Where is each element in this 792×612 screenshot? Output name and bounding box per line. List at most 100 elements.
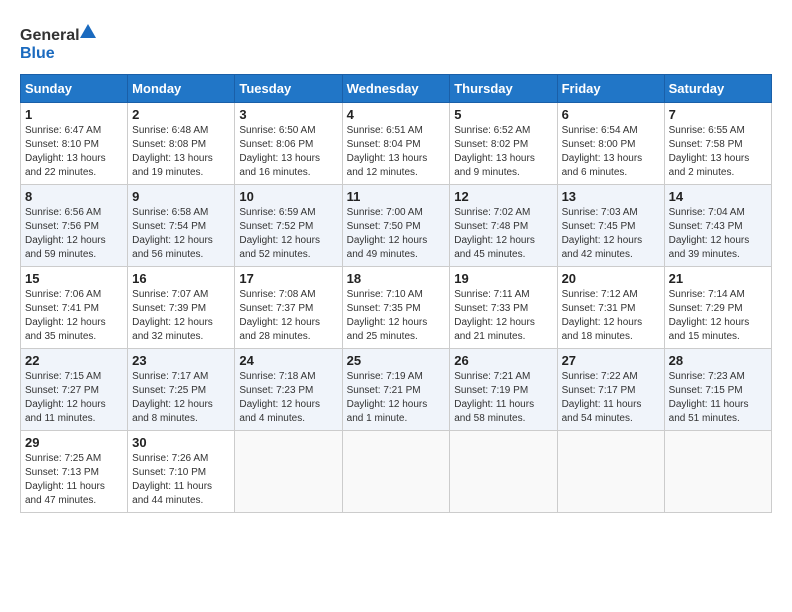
day-info: Sunrise: 7:03 AMSunset: 7:45 PMDaylight:… (562, 207, 643, 260)
empty-cell (450, 431, 557, 513)
day-info: Sunrise: 6:50 AMSunset: 8:06 PMDaylight:… (239, 125, 320, 178)
day-number: 25 (347, 353, 446, 368)
weekday-header-tuesday: Tuesday (235, 75, 342, 103)
day-number: 8 (25, 189, 123, 204)
calendar-day-20: 20 Sunrise: 7:12 AMSunset: 7:31 PMDaylig… (557, 267, 664, 349)
page-header: General Blue (20, 20, 772, 64)
day-info: Sunrise: 7:25 AMSunset: 7:13 PMDaylight:… (25, 453, 105, 506)
day-number: 11 (347, 189, 446, 204)
day-info: Sunrise: 6:59 AMSunset: 7:52 PMDaylight:… (239, 207, 320, 260)
day-number: 27 (562, 353, 660, 368)
day-info: Sunrise: 7:17 AMSunset: 7:25 PMDaylight:… (132, 371, 213, 424)
day-info: Sunrise: 7:15 AMSunset: 7:27 PMDaylight:… (25, 371, 106, 424)
calendar-day-23: 23 Sunrise: 7:17 AMSunset: 7:25 PMDaylig… (128, 349, 235, 431)
day-number: 16 (132, 271, 230, 286)
weekday-header-thursday: Thursday (450, 75, 557, 103)
day-info: Sunrise: 7:12 AMSunset: 7:31 PMDaylight:… (562, 289, 643, 342)
weekday-header-saturday: Saturday (664, 75, 771, 103)
day-number: 5 (454, 107, 552, 122)
calendar-day-5: 5 Sunrise: 6:52 AMSunset: 8:02 PMDayligh… (450, 103, 557, 185)
day-number: 28 (669, 353, 767, 368)
day-info: Sunrise: 6:47 AMSunset: 8:10 PMDaylight:… (25, 125, 106, 178)
day-number: 23 (132, 353, 230, 368)
empty-cell (664, 431, 771, 513)
day-number: 17 (239, 271, 337, 286)
day-number: 1 (25, 107, 123, 122)
day-info: Sunrise: 6:48 AMSunset: 8:08 PMDaylight:… (132, 125, 213, 178)
day-info: Sunrise: 6:56 AMSunset: 7:56 PMDaylight:… (25, 207, 106, 260)
day-info: Sunrise: 6:58 AMSunset: 7:54 PMDaylight:… (132, 207, 213, 260)
calendar-day-14: 14 Sunrise: 7:04 AMSunset: 7:43 PMDaylig… (664, 185, 771, 267)
calendar-day-8: 8 Sunrise: 6:56 AMSunset: 7:56 PMDayligh… (21, 185, 128, 267)
day-number: 12 (454, 189, 552, 204)
day-number: 30 (132, 435, 230, 450)
day-number: 15 (25, 271, 123, 286)
day-info: Sunrise: 7:23 AMSunset: 7:15 PMDaylight:… (669, 371, 749, 424)
day-info: Sunrise: 7:11 AMSunset: 7:33 PMDaylight:… (454, 289, 535, 342)
day-info: Sunrise: 7:14 AMSunset: 7:29 PMDaylight:… (669, 289, 750, 342)
calendar-day-17: 17 Sunrise: 7:08 AMSunset: 7:37 PMDaylig… (235, 267, 342, 349)
day-info: Sunrise: 6:52 AMSunset: 8:02 PMDaylight:… (454, 125, 535, 178)
calendar-table: SundayMondayTuesdayWednesdayThursdayFrid… (20, 74, 772, 513)
day-info: Sunrise: 7:22 AMSunset: 7:17 PMDaylight:… (562, 371, 642, 424)
day-number: 7 (669, 107, 767, 122)
weekday-header-wednesday: Wednesday (342, 75, 450, 103)
calendar-day-16: 16 Sunrise: 7:07 AMSunset: 7:39 PMDaylig… (128, 267, 235, 349)
day-info: Sunrise: 7:02 AMSunset: 7:48 PMDaylight:… (454, 207, 535, 260)
calendar-day-10: 10 Sunrise: 6:59 AMSunset: 7:52 PMDaylig… (235, 185, 342, 267)
logo-svg: General Blue (20, 20, 100, 64)
calendar-day-18: 18 Sunrise: 7:10 AMSunset: 7:35 PMDaylig… (342, 267, 450, 349)
day-info: Sunrise: 6:54 AMSunset: 8:00 PMDaylight:… (562, 125, 643, 178)
day-number: 18 (347, 271, 446, 286)
empty-cell (557, 431, 664, 513)
day-info: Sunrise: 7:04 AMSunset: 7:43 PMDaylight:… (669, 207, 750, 260)
calendar-day-30: 30 Sunrise: 7:26 AMSunset: 7:10 PMDaylig… (128, 431, 235, 513)
day-info: Sunrise: 6:55 AMSunset: 7:58 PMDaylight:… (669, 125, 750, 178)
day-number: 19 (454, 271, 552, 286)
day-info: Sunrise: 6:51 AMSunset: 8:04 PMDaylight:… (347, 125, 428, 178)
calendar-day-28: 28 Sunrise: 7:23 AMSunset: 7:15 PMDaylig… (664, 349, 771, 431)
calendar-day-2: 2 Sunrise: 6:48 AMSunset: 8:08 PMDayligh… (128, 103, 235, 185)
calendar-day-27: 27 Sunrise: 7:22 AMSunset: 7:17 PMDaylig… (557, 349, 664, 431)
day-info: Sunrise: 7:21 AMSunset: 7:19 PMDaylight:… (454, 371, 534, 424)
calendar-day-13: 13 Sunrise: 7:03 AMSunset: 7:45 PMDaylig… (557, 185, 664, 267)
svg-text:General: General (20, 27, 80, 44)
day-number: 4 (347, 107, 446, 122)
day-number: 2 (132, 107, 230, 122)
day-number: 9 (132, 189, 230, 204)
weekday-header-sunday: Sunday (21, 75, 128, 103)
calendar-day-15: 15 Sunrise: 7:06 AMSunset: 7:41 PMDaylig… (21, 267, 128, 349)
calendar-day-11: 11 Sunrise: 7:00 AMSunset: 7:50 PMDaylig… (342, 185, 450, 267)
day-number: 22 (25, 353, 123, 368)
calendar-day-9: 9 Sunrise: 6:58 AMSunset: 7:54 PMDayligh… (128, 185, 235, 267)
empty-cell (342, 431, 450, 513)
calendar-day-4: 4 Sunrise: 6:51 AMSunset: 8:04 PMDayligh… (342, 103, 450, 185)
calendar-day-22: 22 Sunrise: 7:15 AMSunset: 7:27 PMDaylig… (21, 349, 128, 431)
day-info: Sunrise: 7:07 AMSunset: 7:39 PMDaylight:… (132, 289, 213, 342)
day-info: Sunrise: 7:10 AMSunset: 7:35 PMDaylight:… (347, 289, 428, 342)
logo: General Blue (20, 20, 100, 64)
day-info: Sunrise: 7:06 AMSunset: 7:41 PMDaylight:… (25, 289, 106, 342)
calendar-day-19: 19 Sunrise: 7:11 AMSunset: 7:33 PMDaylig… (450, 267, 557, 349)
calendar-day-3: 3 Sunrise: 6:50 AMSunset: 8:06 PMDayligh… (235, 103, 342, 185)
day-number: 14 (669, 189, 767, 204)
calendar-day-12: 12 Sunrise: 7:02 AMSunset: 7:48 PMDaylig… (450, 185, 557, 267)
day-number: 3 (239, 107, 337, 122)
day-info: Sunrise: 7:00 AMSunset: 7:50 PMDaylight:… (347, 207, 428, 260)
day-number: 10 (239, 189, 337, 204)
svg-text:Blue: Blue (20, 45, 55, 62)
calendar-day-29: 29 Sunrise: 7:25 AMSunset: 7:13 PMDaylig… (21, 431, 128, 513)
empty-cell (235, 431, 342, 513)
day-number: 29 (25, 435, 123, 450)
day-number: 21 (669, 271, 767, 286)
calendar-day-26: 26 Sunrise: 7:21 AMSunset: 7:19 PMDaylig… (450, 349, 557, 431)
day-number: 24 (239, 353, 337, 368)
day-info: Sunrise: 7:26 AMSunset: 7:10 PMDaylight:… (132, 453, 212, 506)
day-number: 6 (562, 107, 660, 122)
day-number: 26 (454, 353, 552, 368)
calendar-day-24: 24 Sunrise: 7:18 AMSunset: 7:23 PMDaylig… (235, 349, 342, 431)
calendar-day-25: 25 Sunrise: 7:19 AMSunset: 7:21 PMDaylig… (342, 349, 450, 431)
calendar-day-6: 6 Sunrise: 6:54 AMSunset: 8:00 PMDayligh… (557, 103, 664, 185)
day-info: Sunrise: 7:08 AMSunset: 7:37 PMDaylight:… (239, 289, 320, 342)
day-number: 20 (562, 271, 660, 286)
